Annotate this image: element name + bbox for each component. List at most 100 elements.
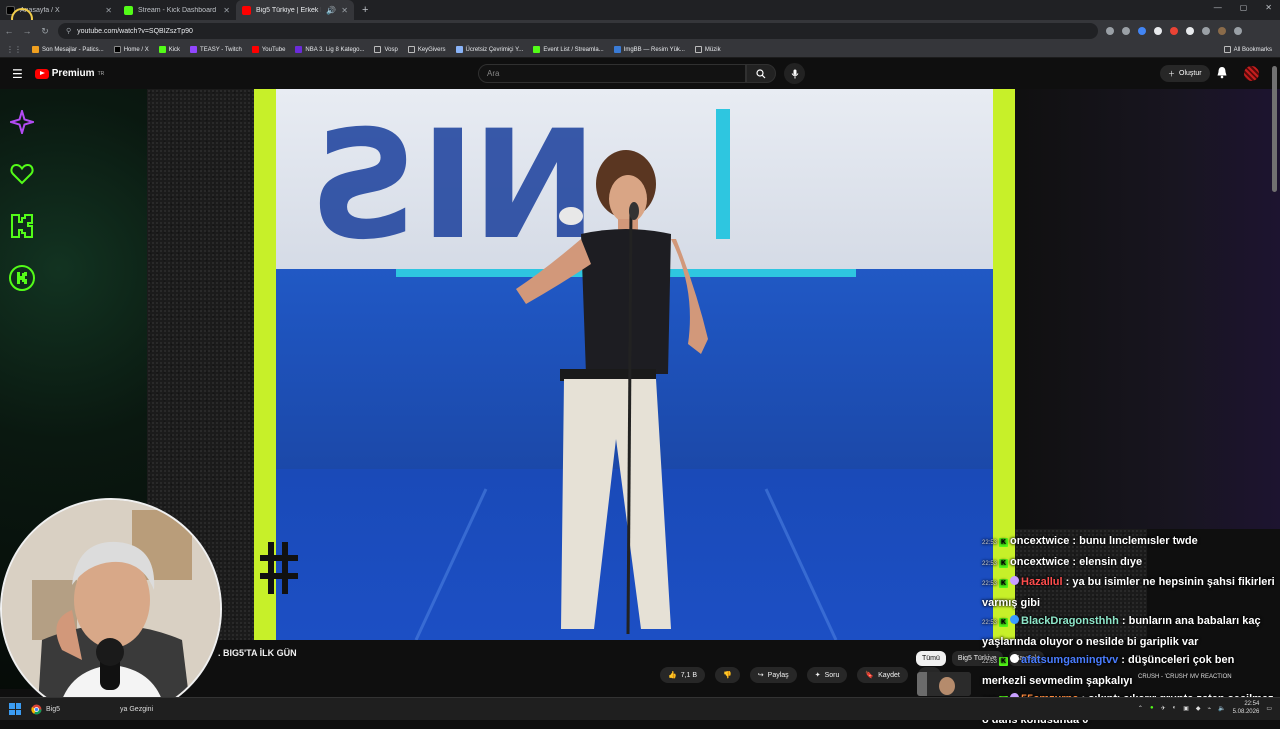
bookmark-label: Müzik: [704, 46, 721, 53]
bookmark-label: ImgBB — Resim Yük...: [623, 46, 685, 53]
search-input[interactable]: Ara: [478, 64, 746, 83]
kick-badge-icon: K: [999, 538, 1009, 547]
tray-chevron-icon[interactable]: ⌃: [1138, 705, 1143, 712]
close-window-icon[interactable]: ✕: [1265, 3, 1272, 12]
bookmark-label: Ücretsiz Çevrimiçi Y...: [465, 46, 524, 53]
bookmark-item[interactable]: NBA 3. Lig 8 Katego...: [295, 46, 364, 53]
taskbar-app-chrome[interactable]: Big5: [31, 704, 60, 715]
bookmark-item[interactable]: Kick: [158, 46, 180, 53]
bookmark-item[interactable]: TEASY - Twitch: [190, 46, 242, 53]
tray-app-icon[interactable]: ◆: [1196, 705, 1201, 712]
extension-icon[interactable]: [1170, 27, 1178, 35]
video-actions: 👍 7,1 B 👎 ↪ Paylaş ✦ Soru 🔖 Kaydet ⋯: [660, 667, 941, 683]
speaker-icon[interactable]: 🔊: [326, 6, 336, 15]
chat-message: 22:53 Koncextwice : elensin dıye: [982, 553, 1280, 574]
video-player[interactable]: ƧIИ: [276, 89, 993, 640]
recommended-video-thumbnail[interactable]: [917, 672, 971, 696]
save-button[interactable]: 🔖 Kaydet: [857, 667, 908, 683]
bookmark-icon: 🔖: [865, 672, 875, 679]
extension-icon[interactable]: [1186, 27, 1194, 35]
stream-overlay-right: [1015, 89, 1280, 529]
bookmark-label: Son Mesajlar - Patics...: [42, 46, 104, 53]
youtube-premium-logo[interactable]: Premium TR: [34, 68, 104, 79]
kick-badge-icon: K: [999, 618, 1009, 627]
bookmark-label: Event List / Streamla...: [543, 46, 604, 53]
close-tab-icon[interactable]: ✕: [223, 6, 230, 15]
plus-icon: ＋: [1168, 70, 1175, 78]
site-info-icon[interactable]: ⚲: [66, 27, 71, 35]
youtube-header: ☰ Premium TR Ara ＋ Oluştur: [0, 58, 1280, 89]
bookmark-folder[interactable]: Vosp: [374, 46, 398, 53]
all-bookmarks-folder[interactable]: All Bookmarks: [1223, 46, 1272, 53]
chat-username[interactable]: afatsumgamingtvv: [1021, 654, 1118, 666]
bookmark-item[interactable]: Home / X: [113, 46, 149, 53]
chat-timestamp: 22:53: [982, 581, 998, 587]
like-button[interactable]: 👍 7,1 B: [660, 667, 706, 683]
kick-badge-icon: K: [999, 558, 1009, 568]
reload-icon[interactable]: ↻: [36, 26, 54, 37]
create-button[interactable]: ＋ Oluştur: [1160, 65, 1210, 82]
bookmark-star-icon[interactable]: [1122, 27, 1130, 35]
taskbar-app-label: Big5: [46, 705, 61, 713]
minimize-icon[interactable]: —: [1214, 3, 1222, 12]
tray-app-icon[interactable]: ◐: [1173, 705, 1177, 711]
back-arrow-icon[interactable]: ←: [0, 26, 18, 36]
chat-username[interactable]: oncextwice: [1010, 535, 1069, 547]
bookmark-item[interactable]: YouTube: [251, 46, 285, 53]
chat-username[interactable]: oncextwice: [1010, 556, 1069, 568]
chat-username[interactable]: Hazallul: [1021, 576, 1063, 588]
forward-arrow-icon[interactable]: →: [18, 26, 36, 36]
volume-icon[interactable]: 🔈: [1218, 705, 1225, 712]
tray-app-icon[interactable]: ▣: [1183, 705, 1189, 712]
close-tab-icon[interactable]: ✕: [105, 6, 112, 15]
account-avatar[interactable]: [1244, 66, 1259, 81]
chat-separator: :: [1118, 615, 1129, 627]
maximize-icon[interactable]: ▢: [1240, 3, 1248, 12]
notifications-bell-icon[interactable]: [1216, 66, 1228, 79]
bookmarks-bar: ⋮⋮ Son Mesajlar - Patics... Home / X Kic…: [0, 42, 1280, 58]
voice-search-button[interactable]: [784, 63, 805, 84]
new-tab-button[interactable]: +: [354, 4, 376, 16]
close-tab-icon[interactable]: ✕: [341, 6, 348, 15]
chip-all[interactable]: Tümü: [916, 651, 946, 666]
extensions-puzzle-icon[interactable]: [1202, 27, 1210, 35]
kick-badge-icon: K: [999, 579, 1009, 588]
windows-start-icon[interactable]: [9, 703, 21, 715]
taskbar-app-explorer[interactable]: ya Gezgini: [120, 706, 153, 713]
bookmark-item[interactable]: Ücretsiz Çevrimiçi Y...: [455, 46, 524, 53]
notifications-icon[interactable]: ▭: [1266, 705, 1272, 712]
search-button[interactable]: [746, 64, 776, 83]
bookmark-item[interactable]: Son Mesajlar - Patics...: [32, 46, 104, 53]
browser-tab-youtube[interactable]: Big5 Türkiye | Erkek Hazırlı 🔊 ✕: [236, 0, 354, 20]
ask-button[interactable]: ✦ Soru: [806, 667, 848, 683]
create-label: Oluştur: [1179, 70, 1202, 77]
page-scrollbar[interactable]: [1272, 66, 1277, 192]
profile-avatar-icon[interactable]: [1218, 27, 1226, 35]
apps-grid-icon[interactable]: ⋮⋮: [6, 45, 22, 54]
cast-icon[interactable]: [1106, 27, 1114, 35]
bookmark-item[interactable]: ImgBB — Resim Yük...: [613, 46, 685, 53]
chat-separator: :: [1062, 576, 1073, 588]
network-icon[interactable]: ⌁: [1208, 705, 1212, 712]
menu-dots-icon[interactable]: [1234, 27, 1242, 35]
kick-circle-icon: [9, 265, 35, 291]
youtube-play-logo-icon: [34, 68, 49, 79]
chat-message: 22:53 Kafatsumgamingtvv : düşünceleri çok…: [982, 651, 1280, 690]
taskbar-clock[interactable]: 22:54 5.08.2026: [1233, 700, 1260, 716]
chat-username[interactable]: BlackDragonsthhh: [1021, 615, 1119, 627]
bookmark-folder[interactable]: Müzik: [694, 46, 721, 53]
address-bar[interactable]: ⚲ youtube.com/watch?v=SQBIZszTp90: [58, 23, 1098, 39]
bookmark-label: TEASY - Twitch: [200, 46, 242, 53]
browser-tab-kick[interactable]: Stream - Kick Dashboard ✕: [118, 0, 236, 20]
dislike-button[interactable]: 👎: [715, 667, 740, 683]
bookmark-item[interactable]: Event List / Streamla...: [533, 46, 604, 53]
bookmark-label: NBA 3. Lig 8 Katego...: [305, 46, 365, 53]
bookmark-folder[interactable]: KeyGivers: [407, 46, 446, 53]
share-button[interactable]: ↪ Paylaş: [749, 667, 797, 683]
tray-app-icon[interactable]: ●: [1150, 705, 1154, 711]
extension-icon[interactable]: [1138, 27, 1146, 35]
extension-icon[interactable]: [1154, 27, 1162, 35]
menu-hamburger-icon[interactable]: ☰: [12, 67, 23, 81]
tray-app-icon[interactable]: ✈: [1161, 705, 1166, 712]
clock-time: 22:54: [1244, 701, 1260, 707]
